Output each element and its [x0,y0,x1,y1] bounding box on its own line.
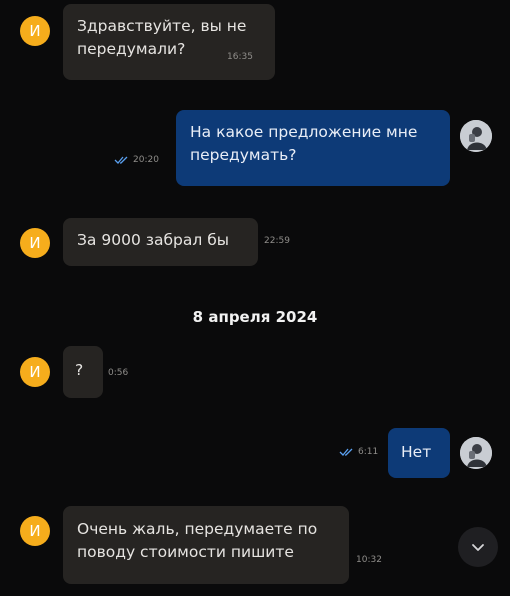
message-text: За 9000 забрал бы [77,231,230,249]
message-text: На какое предложение мне передумать? [190,123,418,164]
message-text: Нет [401,443,432,461]
message-text: Очень жаль, передумаете по поводу стоимо… [77,520,318,561]
message-bubble-outgoing[interactable]: Нет [388,428,450,478]
avatar-letter: И [29,234,41,252]
message-time: 10:32 [356,555,382,565]
chat-view: И Здравствуйте, вы не передумали? 16:35 … [0,0,510,596]
message-bubble-incoming[interactable]: За 9000 забрал бы [63,218,258,266]
sender-avatar[interactable]: И [20,228,50,258]
sender-avatar[interactable]: И [20,357,50,387]
avatar-letter: И [29,22,41,40]
message-time: 20:20 [133,155,159,165]
message-time: 0:56 [108,368,129,378]
user-avatar-photo-icon [460,437,492,469]
user-avatar[interactable] [460,437,492,469]
double-check-icon [114,156,128,164]
message-time: 16:35 [227,52,253,62]
sender-avatar[interactable]: И [20,516,50,546]
message-text: ? [75,361,84,379]
message-bubble-outgoing[interactable]: На какое предложение мне передумать? [176,110,450,186]
scroll-to-bottom-button[interactable] [458,527,498,567]
message-bubble-incoming[interactable]: Здравствуйте, вы не передумали? [63,4,275,80]
chevron-down-icon [472,544,484,551]
message-time: 6:11 [358,447,379,457]
message-bubble-incoming[interactable]: Очень жаль, передумаете по поводу стоимо… [63,506,349,584]
sender-avatar[interactable]: И [20,16,50,46]
avatar-letter: И [29,363,41,381]
message-time: 22:59 [264,236,290,246]
user-avatar[interactable] [460,120,492,152]
double-check-icon [339,448,353,456]
avatar-letter: И [29,522,41,540]
user-avatar-photo-icon [460,120,492,152]
date-separator: 8 апреля 2024 [192,308,318,326]
message-bubble-incoming[interactable]: ? [63,346,103,398]
